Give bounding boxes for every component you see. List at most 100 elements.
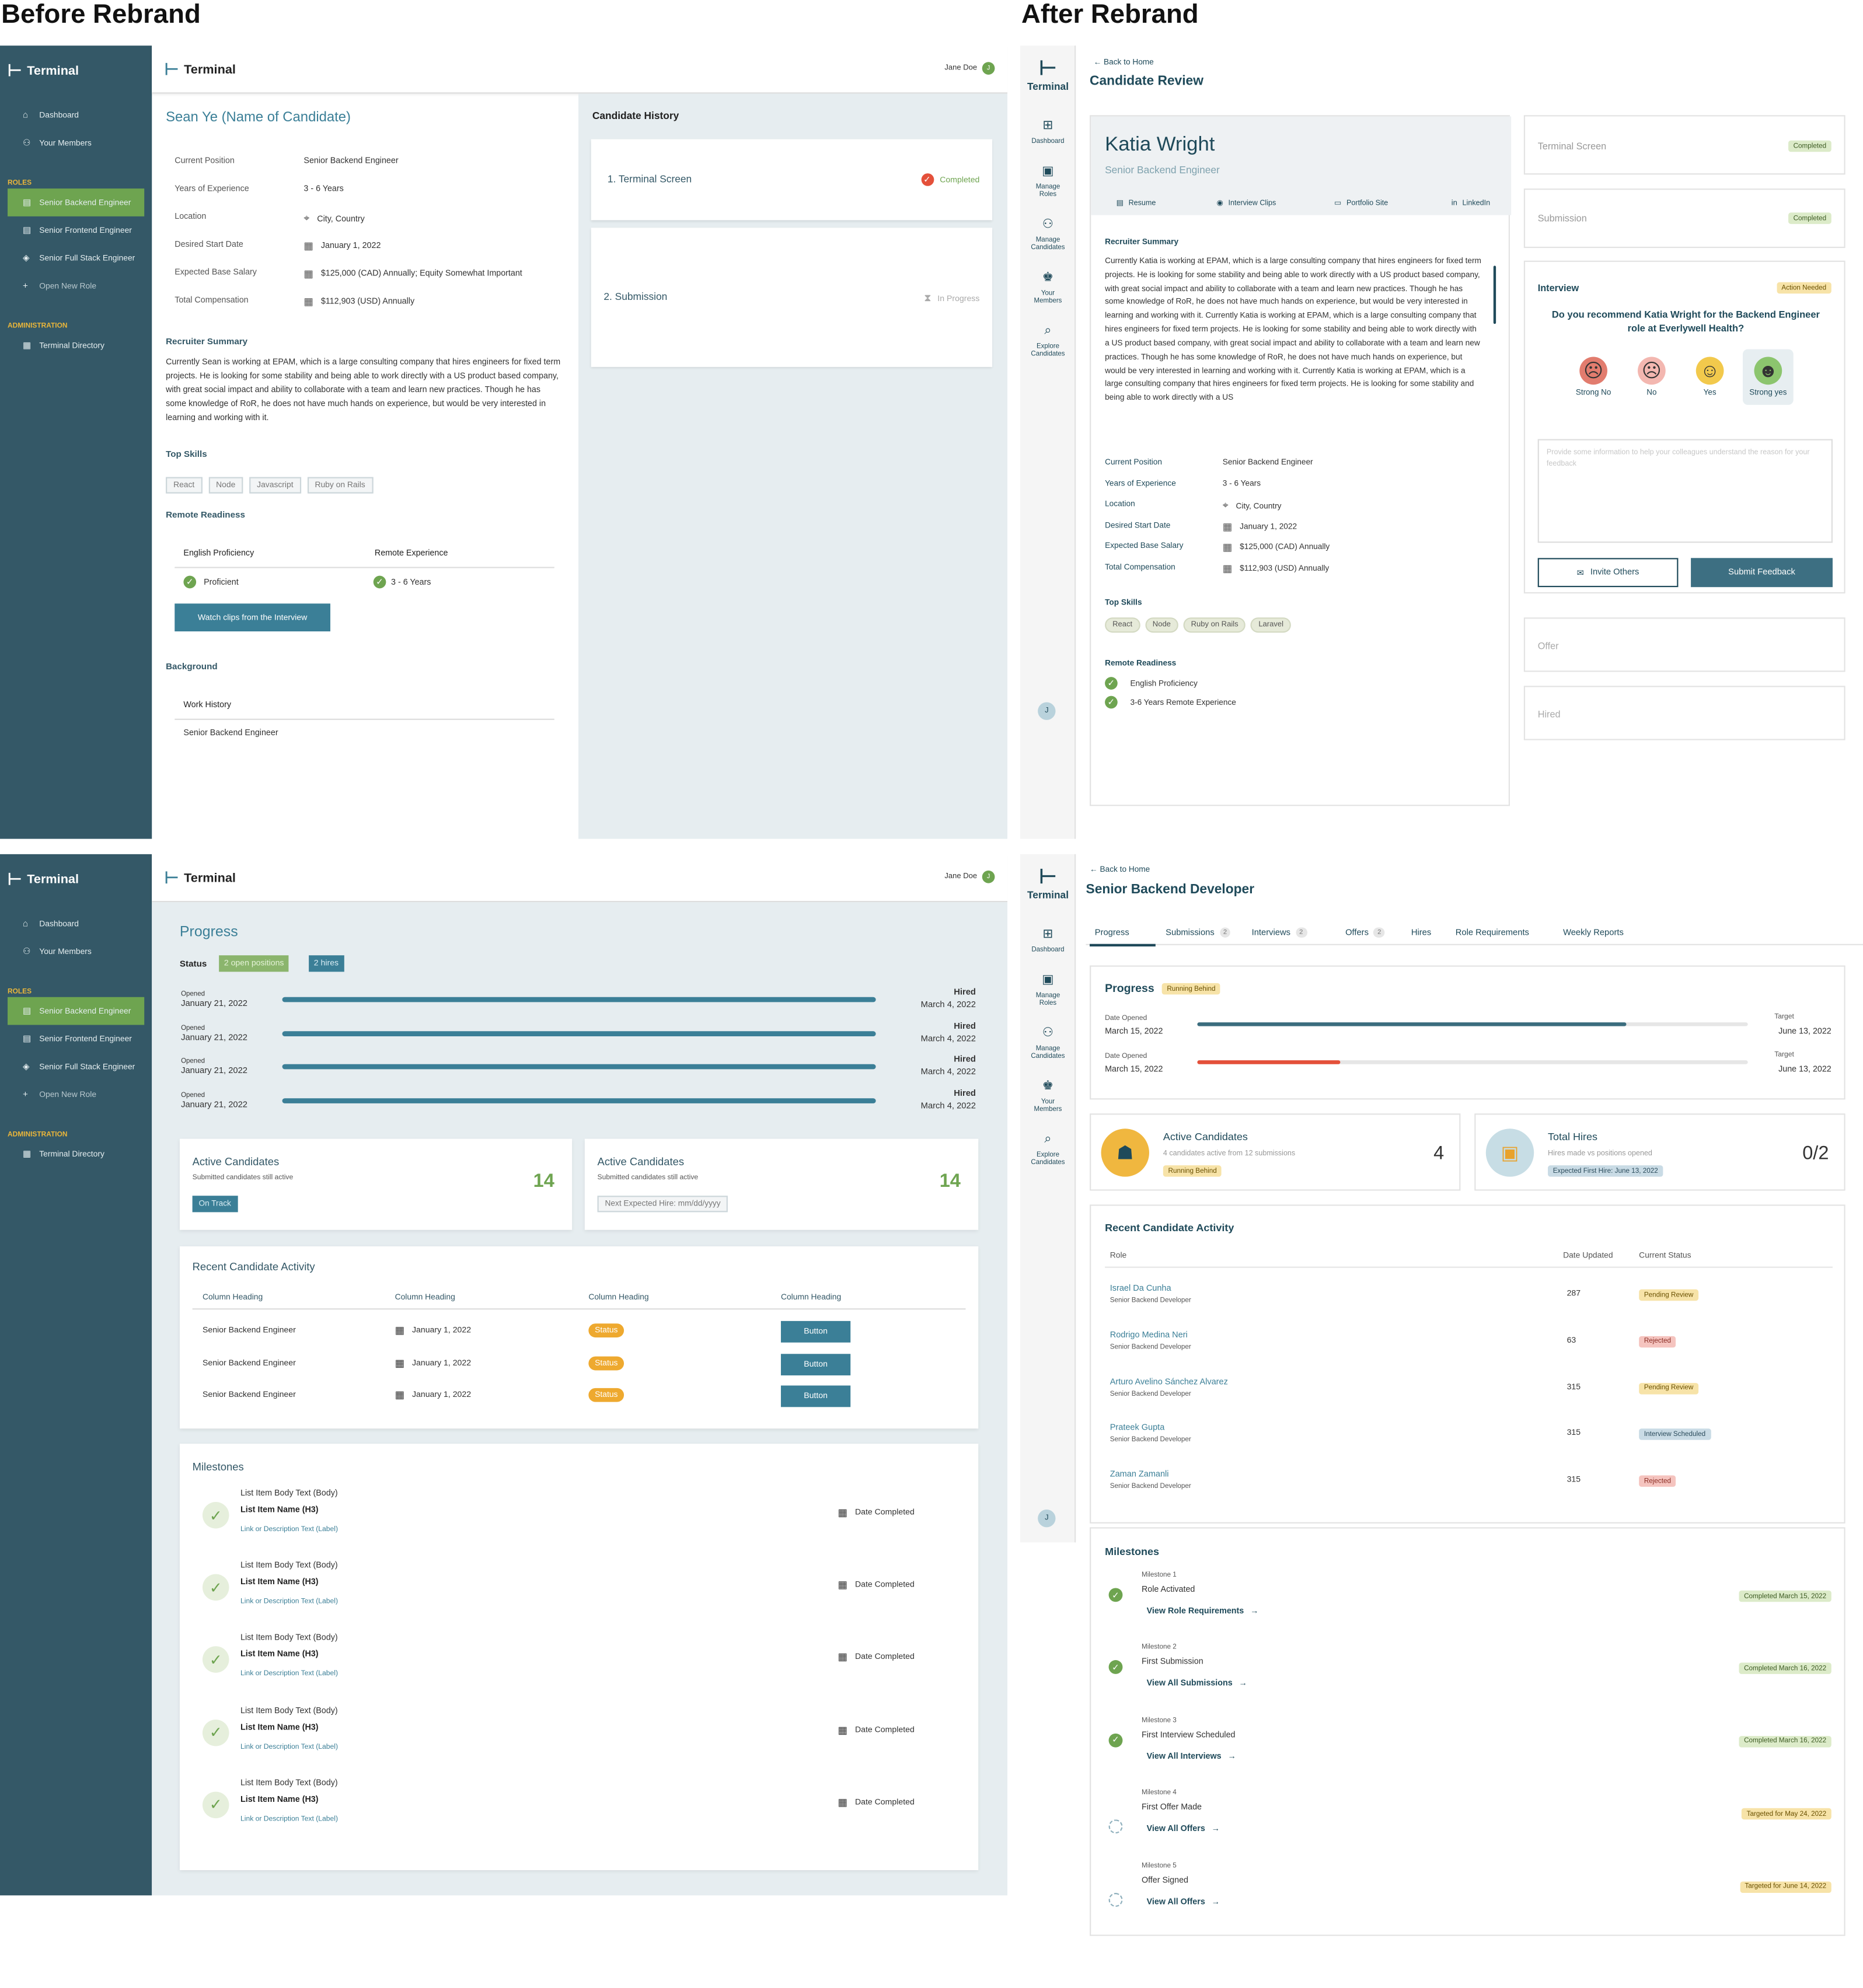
old-sidebar: ⊢ Terminal ⌂ Dashboard ⚇ Your Members ROLES…: [0, 46, 152, 839]
candidate-name-link[interactable]: Rodrigo Medina Neri: [1110, 1331, 1188, 1340]
sidebar-item-role-frontend[interactable]: ▤ Senior Frontend Engineer: [0, 216, 152, 244]
tab-weekly-reports[interactable]: Weekly Reports: [1563, 925, 1624, 940]
candidate-name-link[interactable]: Prateek Gupta: [1110, 1424, 1165, 1433]
home-icon: ⌂: [23, 110, 29, 120]
submit-feedback-button[interactable]: Submit Feedback: [1691, 558, 1833, 588]
link-linkedin[interactable]: in LinkedIn: [1452, 198, 1490, 207]
watch-clips-button[interactable]: Watch clips from the Interview: [175, 603, 330, 632]
sidebar-item-manage-candidates[interactable]: ⚇ Manage Candidates: [1020, 218, 1076, 253]
milestone-link[interactable]: View All Submissions →: [1147, 1679, 1247, 1688]
row-action-button[interactable]: Button: [780, 1385, 851, 1407]
rating-strong-yes-option[interactable]: ☻ Strong yes: [1742, 349, 1794, 405]
candidate-name-link[interactable]: Zaman Zamanli: [1110, 1470, 1169, 1479]
milestone-link[interactable]: View All Offers →: [1147, 1898, 1220, 1906]
list-icon: ▤: [23, 198, 32, 208]
calendar-icon: ▦: [838, 1507, 847, 1519]
sidebar-item-role-fullstack[interactable]: ◈ Senior Full Stack Engineer: [0, 244, 152, 272]
status-badge: Completed March 15, 2022: [1739, 1590, 1831, 1602]
sidebar-item-dashboard[interactable]: ⌂ Dashboard: [0, 910, 152, 938]
rating-no-option[interactable]: ☹ No: [1626, 350, 1677, 405]
sidebar-item-role-frontend[interactable]: ▤ Senior Frontend Engineer: [0, 1025, 152, 1053]
tab-progress[interactable]: Progress: [1090, 925, 1156, 947]
back-link[interactable]: ← Back to Home: [1090, 865, 1150, 874]
milestone-number: Milestone 5: [1141, 1862, 1177, 1870]
milestone-number: Milestone 1: [1141, 1571, 1177, 1580]
link-interview-clips[interactable]: ◉ Interview Clips: [1216, 198, 1276, 208]
top-logo[interactable]: ⊢ Terminal: [165, 60, 236, 80]
tab-interviews[interactable]: Interviews 2: [1252, 925, 1307, 940]
user-menu[interactable]: Jane Doe J: [944, 870, 995, 883]
back-link[interactable]: ← Back to Home: [1094, 58, 1154, 67]
sidebar-item-open-role[interactable]: + Open New Role: [0, 1081, 152, 1109]
sidebar-item-manage-roles[interactable]: ▣ Manage Roles: [1020, 973, 1076, 1008]
tab-role-requirements[interactable]: Role Requirements: [1456, 925, 1529, 940]
avatar[interactable]: J: [1038, 702, 1056, 720]
milestone-link[interactable]: Link or Description Text (Label): [240, 1598, 338, 1606]
sidebar-item-role-backend[interactable]: ▤ Senior Backend Engineer: [8, 188, 145, 216]
user-menu[interactable]: Jane Doe J: [944, 62, 995, 75]
sidebar-item-manage-roles[interactable]: ▣ Manage Roles: [1020, 165, 1076, 200]
emoji-face-icon: ☺: [1695, 357, 1724, 385]
sidebar-item-directory[interactable]: ▦ Terminal Directory: [0, 1140, 152, 1168]
roles-header: ROLES: [8, 988, 32, 996]
avatar[interactable]: J: [1038, 1509, 1056, 1528]
sidebar-logo[interactable]: ⊢ Terminal: [1020, 55, 1076, 93]
sidebar-item-open-role[interactable]: + Open New Role: [0, 272, 152, 300]
sidebar-logo[interactable]: ⊢ Terminal: [1020, 864, 1076, 901]
stage-terminal-screen[interactable]: Terminal Screen Completed: [1523, 115, 1845, 175]
sidebar-item-members[interactable]: ♚ Your Members: [1020, 1079, 1076, 1114]
sidebar-logo[interactable]: ⊢ Terminal: [8, 61, 79, 81]
hired-label: Hired: [954, 1089, 976, 1098]
tab-offers[interactable]: Offers 2: [1345, 925, 1385, 940]
location-pin-icon: ⌖: [303, 212, 310, 224]
candidate-name-link[interactable]: Arturo Avelino Sánchez Alvarez: [1110, 1378, 1228, 1386]
milestone-link[interactable]: View All Interviews →: [1147, 1752, 1236, 1761]
stage-hired[interactable]: Hired: [1523, 686, 1845, 740]
sidebar-item-role-backend[interactable]: ▤ Senior Backend Engineer: [8, 997, 145, 1025]
sidebar-item-members[interactable]: ⚇ Your Members: [0, 938, 152, 966]
invite-others-button[interactable]: ✉ Invite Others: [1537, 558, 1679, 588]
candidate-name-link[interactable]: Israel Da Cunha: [1110, 1284, 1171, 1293]
row-action-button[interactable]: Button: [780, 1353, 851, 1375]
sidebar-item-members[interactable]: ♚ Your Members: [1020, 271, 1076, 306]
sidebar-item-members[interactable]: ⚇ Your Members: [0, 129, 152, 157]
tab-hires[interactable]: Hires: [1411, 925, 1431, 940]
sidebar-item-dashboard[interactable]: ⌂ Dashboard: [0, 101, 152, 129]
milestone-link[interactable]: View Role Requirements →: [1147, 1607, 1259, 1616]
history-item-submission[interactable]: 2. Submission ⧗ In Progress: [591, 228, 993, 367]
skill-chip: Javascript: [249, 477, 301, 494]
stage-submission[interactable]: Submission Completed: [1523, 188, 1845, 249]
hires-count: 0/2: [1802, 1143, 1829, 1165]
sidebar-item-dashboard[interactable]: ⊞ Dashboard: [1020, 119, 1076, 146]
milestone-link[interactable]: Link or Description Text (Label): [240, 1671, 338, 1678]
rating-yes-option[interactable]: ☺ Yes: [1684, 350, 1735, 405]
top-skills-title: Top Skills: [1105, 598, 1142, 607]
sidebar-item-explore[interactable]: ⌕ Explore Candidates: [1020, 324, 1076, 359]
skill-chip: Node: [208, 477, 243, 494]
sidebar-item-manage-candidates[interactable]: ⚇ Manage Candidates: [1020, 1026, 1076, 1061]
user-icon: ⚇: [23, 948, 31, 957]
top-logo[interactable]: ⊢ Terminal: [165, 868, 236, 889]
milestone-link[interactable]: Link or Description Text (Label): [240, 1743, 338, 1751]
milestone-link[interactable]: View All Offers →: [1147, 1825, 1220, 1833]
sidebar-item-explore[interactable]: ⌕ Explore Candidates: [1020, 1133, 1076, 1168]
history-item-screen[interactable]: 1. Terminal Screen ✓ Completed: [591, 139, 993, 221]
sidebar-item-directory[interactable]: ▦ Terminal Directory: [0, 331, 152, 359]
sidebar-item-dashboard[interactable]: ⊞ Dashboard: [1020, 927, 1076, 954]
sidebar-item-role-fullstack[interactable]: ◈ Senior Full Stack Engineer: [0, 1053, 152, 1081]
terminal-logo-icon: ⊢: [164, 59, 179, 79]
opened-label: Opened: [181, 1058, 205, 1066]
milestone-link[interactable]: Link or Description Text (Label): [240, 1815, 338, 1823]
row-action-button[interactable]: Button: [780, 1320, 851, 1343]
scrollbar[interactable]: [1493, 265, 1496, 324]
feedback-textarea[interactable]: Provide some information to help your co…: [1537, 439, 1833, 543]
stage-offer[interactable]: Offer: [1523, 617, 1845, 672]
arrow-right-icon: →: [1238, 1679, 1247, 1689]
rating-strong-no-option[interactable]: ☹ Strong No: [1568, 350, 1619, 405]
hired-date: March 4, 2022: [920, 1001, 976, 1010]
milestone-link[interactable]: Link or Description Text (Label): [240, 1526, 338, 1533]
link-portfolio-site[interactable]: ▭ Portfolio Site: [1334, 198, 1388, 208]
link-resume[interactable]: ▤ Resume: [1117, 198, 1156, 208]
sidebar-logo[interactable]: ⊢ Terminal: [8, 869, 79, 890]
tab-submissions[interactable]: Submissions 2: [1166, 925, 1231, 940]
